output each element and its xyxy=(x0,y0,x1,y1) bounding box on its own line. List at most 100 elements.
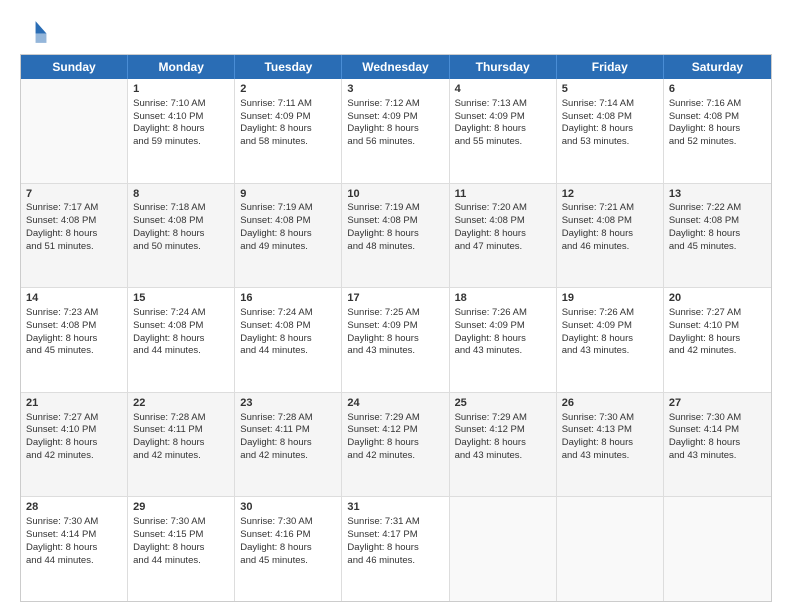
calendar-day-30: 30Sunrise: 7:30 AMSunset: 4:16 PMDayligh… xyxy=(235,497,342,601)
day-number: 19 xyxy=(562,291,658,306)
calendar-day-31: 31Sunrise: 7:31 AMSunset: 4:17 PMDayligh… xyxy=(342,497,449,601)
day-info: Sunrise: 7:24 AMSunset: 4:08 PMDaylight:… xyxy=(133,307,205,356)
day-number: 4 xyxy=(455,82,551,97)
day-number: 11 xyxy=(455,187,551,202)
day-header-tuesday: Tuesday xyxy=(235,55,342,79)
day-number: 6 xyxy=(669,82,766,97)
calendar-empty-cell xyxy=(557,497,664,601)
day-info: Sunrise: 7:14 AMSunset: 4:08 PMDaylight:… xyxy=(562,98,634,147)
header xyxy=(20,18,772,46)
calendar-day-28: 28Sunrise: 7:30 AMSunset: 4:14 PMDayligh… xyxy=(21,497,128,601)
calendar-day-2: 2Sunrise: 7:11 AMSunset: 4:09 PMDaylight… xyxy=(235,79,342,183)
calendar-body: 1Sunrise: 7:10 AMSunset: 4:10 PMDaylight… xyxy=(21,79,771,601)
calendar-day-27: 27Sunrise: 7:30 AMSunset: 4:14 PMDayligh… xyxy=(664,393,771,497)
calendar-day-18: 18Sunrise: 7:26 AMSunset: 4:09 PMDayligh… xyxy=(450,288,557,392)
day-number: 3 xyxy=(347,82,443,97)
calendar-day-17: 17Sunrise: 7:25 AMSunset: 4:09 PMDayligh… xyxy=(342,288,449,392)
calendar-day-29: 29Sunrise: 7:30 AMSunset: 4:15 PMDayligh… xyxy=(128,497,235,601)
day-number: 20 xyxy=(669,291,766,306)
day-info: Sunrise: 7:30 AMSunset: 4:14 PMDaylight:… xyxy=(669,412,741,461)
day-number: 14 xyxy=(26,291,122,306)
day-header-saturday: Saturday xyxy=(664,55,771,79)
day-info: Sunrise: 7:11 AMSunset: 4:09 PMDaylight:… xyxy=(240,98,312,147)
day-info: Sunrise: 7:28 AMSunset: 4:11 PMDaylight:… xyxy=(133,412,205,461)
day-number: 1 xyxy=(133,82,229,97)
day-number: 2 xyxy=(240,82,336,97)
day-info: Sunrise: 7:10 AMSunset: 4:10 PMDaylight:… xyxy=(133,98,205,147)
day-header-friday: Friday xyxy=(557,55,664,79)
day-info: Sunrise: 7:21 AMSunset: 4:08 PMDaylight:… xyxy=(562,202,634,251)
calendar-empty-cell xyxy=(21,79,128,183)
day-number: 25 xyxy=(455,396,551,411)
day-number: 12 xyxy=(562,187,658,202)
calendar-day-3: 3Sunrise: 7:12 AMSunset: 4:09 PMDaylight… xyxy=(342,79,449,183)
calendar-day-10: 10Sunrise: 7:19 AMSunset: 4:08 PMDayligh… xyxy=(342,184,449,288)
calendar-day-25: 25Sunrise: 7:29 AMSunset: 4:12 PMDayligh… xyxy=(450,393,557,497)
day-header-monday: Monday xyxy=(128,55,235,79)
day-number: 8 xyxy=(133,187,229,202)
calendar-empty-cell xyxy=(450,497,557,601)
day-number: 30 xyxy=(240,500,336,515)
logo xyxy=(20,18,52,46)
day-header-wednesday: Wednesday xyxy=(342,55,449,79)
day-number: 21 xyxy=(26,396,122,411)
calendar-day-16: 16Sunrise: 7:24 AMSunset: 4:08 PMDayligh… xyxy=(235,288,342,392)
day-number: 13 xyxy=(669,187,766,202)
day-number: 17 xyxy=(347,291,443,306)
calendar-week-1: 1Sunrise: 7:10 AMSunset: 4:10 PMDaylight… xyxy=(21,79,771,184)
day-info: Sunrise: 7:24 AMSunset: 4:08 PMDaylight:… xyxy=(240,307,312,356)
day-info: Sunrise: 7:30 AMSunset: 4:16 PMDaylight:… xyxy=(240,516,312,565)
day-number: 26 xyxy=(562,396,658,411)
day-number: 10 xyxy=(347,187,443,202)
calendar-week-2: 7Sunrise: 7:17 AMSunset: 4:08 PMDaylight… xyxy=(21,184,771,289)
day-info: Sunrise: 7:27 AMSunset: 4:10 PMDaylight:… xyxy=(26,412,98,461)
calendar-day-4: 4Sunrise: 7:13 AMSunset: 4:09 PMDaylight… xyxy=(450,79,557,183)
day-info: Sunrise: 7:29 AMSunset: 4:12 PMDaylight:… xyxy=(347,412,419,461)
calendar-day-20: 20Sunrise: 7:27 AMSunset: 4:10 PMDayligh… xyxy=(664,288,771,392)
calendar-day-26: 26Sunrise: 7:30 AMSunset: 4:13 PMDayligh… xyxy=(557,393,664,497)
day-info: Sunrise: 7:31 AMSunset: 4:17 PMDaylight:… xyxy=(347,516,419,565)
logo-icon xyxy=(20,18,48,46)
calendar: SundayMondayTuesdayWednesdayThursdayFrid… xyxy=(20,54,772,602)
day-number: 16 xyxy=(240,291,336,306)
day-info: Sunrise: 7:30 AMSunset: 4:14 PMDaylight:… xyxy=(26,516,98,565)
day-info: Sunrise: 7:18 AMSunset: 4:08 PMDaylight:… xyxy=(133,202,205,251)
day-info: Sunrise: 7:17 AMSunset: 4:08 PMDaylight:… xyxy=(26,202,98,251)
calendar-day-19: 19Sunrise: 7:26 AMSunset: 4:09 PMDayligh… xyxy=(557,288,664,392)
calendar-day-22: 22Sunrise: 7:28 AMSunset: 4:11 PMDayligh… xyxy=(128,393,235,497)
day-info: Sunrise: 7:22 AMSunset: 4:08 PMDaylight:… xyxy=(669,202,741,251)
calendar-day-5: 5Sunrise: 7:14 AMSunset: 4:08 PMDaylight… xyxy=(557,79,664,183)
day-info: Sunrise: 7:30 AMSunset: 4:15 PMDaylight:… xyxy=(133,516,205,565)
day-header-sunday: Sunday xyxy=(21,55,128,79)
day-number: 18 xyxy=(455,291,551,306)
day-info: Sunrise: 7:13 AMSunset: 4:09 PMDaylight:… xyxy=(455,98,527,147)
day-info: Sunrise: 7:26 AMSunset: 4:09 PMDaylight:… xyxy=(562,307,634,356)
calendar-day-11: 11Sunrise: 7:20 AMSunset: 4:08 PMDayligh… xyxy=(450,184,557,288)
day-info: Sunrise: 7:27 AMSunset: 4:10 PMDaylight:… xyxy=(669,307,741,356)
calendar-day-23: 23Sunrise: 7:28 AMSunset: 4:11 PMDayligh… xyxy=(235,393,342,497)
calendar-day-12: 12Sunrise: 7:21 AMSunset: 4:08 PMDayligh… xyxy=(557,184,664,288)
day-info: Sunrise: 7:26 AMSunset: 4:09 PMDaylight:… xyxy=(455,307,527,356)
calendar-header: SundayMondayTuesdayWednesdayThursdayFrid… xyxy=(21,55,771,79)
day-info: Sunrise: 7:12 AMSunset: 4:09 PMDaylight:… xyxy=(347,98,419,147)
day-number: 24 xyxy=(347,396,443,411)
calendar-day-8: 8Sunrise: 7:18 AMSunset: 4:08 PMDaylight… xyxy=(128,184,235,288)
day-number: 31 xyxy=(347,500,443,515)
calendar-day-13: 13Sunrise: 7:22 AMSunset: 4:08 PMDayligh… xyxy=(664,184,771,288)
calendar-day-14: 14Sunrise: 7:23 AMSunset: 4:08 PMDayligh… xyxy=(21,288,128,392)
calendar-week-3: 14Sunrise: 7:23 AMSunset: 4:08 PMDayligh… xyxy=(21,288,771,393)
calendar-week-5: 28Sunrise: 7:30 AMSunset: 4:14 PMDayligh… xyxy=(21,497,771,601)
day-number: 9 xyxy=(240,187,336,202)
calendar-empty-cell xyxy=(664,497,771,601)
calendar-week-4: 21Sunrise: 7:27 AMSunset: 4:10 PMDayligh… xyxy=(21,393,771,498)
day-info: Sunrise: 7:16 AMSunset: 4:08 PMDaylight:… xyxy=(669,98,741,147)
calendar-day-7: 7Sunrise: 7:17 AMSunset: 4:08 PMDaylight… xyxy=(21,184,128,288)
calendar-day-6: 6Sunrise: 7:16 AMSunset: 4:08 PMDaylight… xyxy=(664,79,771,183)
calendar-day-24: 24Sunrise: 7:29 AMSunset: 4:12 PMDayligh… xyxy=(342,393,449,497)
day-number: 22 xyxy=(133,396,229,411)
day-number: 28 xyxy=(26,500,122,515)
day-info: Sunrise: 7:20 AMSunset: 4:08 PMDaylight:… xyxy=(455,202,527,251)
day-number: 29 xyxy=(133,500,229,515)
day-info: Sunrise: 7:28 AMSunset: 4:11 PMDaylight:… xyxy=(240,412,312,461)
day-info: Sunrise: 7:19 AMSunset: 4:08 PMDaylight:… xyxy=(347,202,419,251)
